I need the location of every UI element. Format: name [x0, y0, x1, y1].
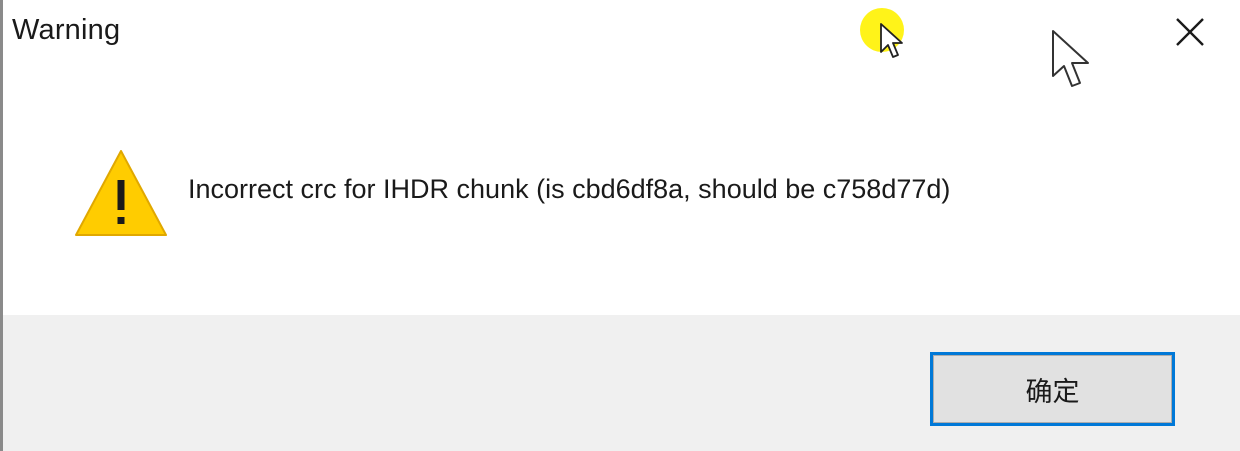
warning-triangle-icon [75, 150, 167, 236]
warning-message: Incorrect crc for IHDR chunk (is cbd6df8… [188, 174, 951, 204]
warning-dialog: Warning Incorrect crc for IHDR chunk (is… [0, 0, 1240, 451]
ok-button-label: 确定 [933, 355, 1172, 423]
close-icon [1176, 18, 1204, 46]
close-button[interactable] [1140, 0, 1240, 66]
mouse-pointer-icon [880, 23, 903, 58]
ok-button[interactable]: 确定 [930, 352, 1175, 426]
dialog-content: Incorrect crc for IHDR chunk (is cbd6df8… [3, 66, 1240, 315]
dialog-footer: 确定 [3, 315, 1240, 451]
mouse-pointer-icon [1052, 30, 1089, 87]
dialog-title: Warning [12, 14, 121, 46]
